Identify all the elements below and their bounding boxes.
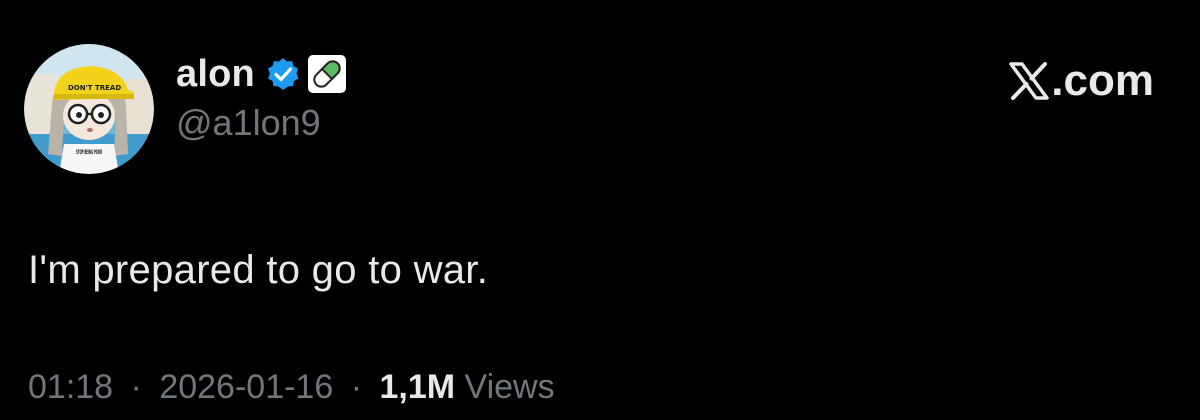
meta-separator: · (130, 368, 142, 406)
handle[interactable]: @a1lon9 (176, 102, 347, 144)
avatar[interactable]: DON'T TREAD STOP BEING POOR (24, 44, 154, 174)
views-count: 1,1M (379, 368, 456, 406)
author-block: alon @a1lon9 (176, 52, 347, 144)
tweet-time[interactable]: 01:18 (28, 368, 113, 406)
views-label: Views (464, 368, 555, 406)
tweet-card: DON'T TREAD STOP BEING POOR alon @a1lon9… (0, 0, 1200, 420)
brand-domain: .com (1051, 56, 1154, 105)
display-name[interactable]: alon (176, 52, 255, 96)
avatar-cap-text: DON'T TREAD (68, 84, 121, 92)
meta-separator: · (350, 368, 363, 406)
verified-badge-icon (265, 56, 301, 92)
avatar-image: DON'T TREAD STOP BEING POOR (24, 44, 154, 174)
pill-icon (307, 54, 347, 94)
brand: .com (1007, 56, 1154, 106)
tweet-date[interactable]: 2026-01-16 (159, 368, 333, 406)
x-logo-icon (1007, 59, 1051, 103)
name-row: alon (176, 52, 347, 96)
tweet-meta: 01:18 · 2026-01-16 · 1,1M Views (28, 366, 555, 408)
avatar-shirt-text: STOP BEING POOR (76, 149, 102, 156)
tweet-text: I'm prepared to go to war. (28, 248, 489, 292)
